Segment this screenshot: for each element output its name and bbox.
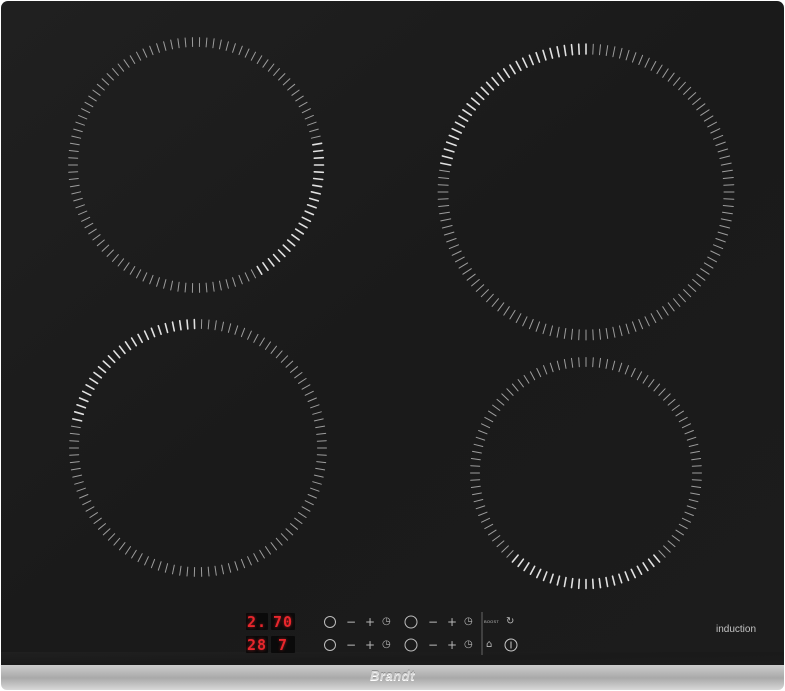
boost-label[interactable]: BOOST: [484, 619, 499, 624]
ring-mark: [577, 578, 581, 590]
clock-icon[interactable]: ◷: [464, 617, 473, 627]
plus-button-bottom-left[interactable]: +: [365, 639, 375, 651]
clock-icon[interactable]: ◷: [464, 640, 473, 650]
ring-mark: [316, 440, 327, 442]
ring-mark: [577, 43, 581, 56]
ring-mark: [313, 156, 325, 159]
ring-mark: [470, 465, 481, 467]
display-top-left: 2.: [246, 612, 268, 631]
ring-mark: [316, 454, 327, 456]
ring-mark: [437, 184, 449, 186]
display-bottom-left: 28: [246, 635, 268, 654]
cooktop: [1, 1, 784, 690]
minus-button-bottom-left[interactable]: −: [346, 639, 356, 651]
lock-icon[interactable]: ⌂: [486, 640, 492, 650]
plus-button-top-right[interactable]: +: [447, 616, 457, 628]
minus-button-top-left[interactable]: −: [346, 616, 356, 628]
ring-mark: [591, 578, 595, 590]
ring-mark: [470, 479, 481, 481]
ring-mark: [186, 319, 189, 330]
ring-mark: [592, 357, 594, 368]
glass-surface: [1, 1, 784, 665]
ring-mark: [723, 198, 735, 200]
ring-mark: [68, 171, 79, 173]
ring-mark: [592, 43, 594, 55]
plus-button-bottom-right[interactable]: +: [447, 639, 457, 651]
display-top-right: 70: [271, 612, 295, 631]
ring-mark: [437, 198, 449, 200]
ring-mark: [691, 465, 702, 467]
sync-icon[interactable]: ↻: [506, 617, 514, 627]
ring-mark: [69, 454, 80, 456]
ring-mark: [592, 329, 594, 341]
ring-mark: [723, 184, 735, 186]
clock-icon[interactable]: ◷: [382, 617, 391, 627]
ring-mark: [313, 171, 325, 174]
ring-mark: [691, 479, 702, 481]
brand-logo: Brandt: [370, 668, 415, 683]
display-bottom-right: 7: [271, 636, 295, 654]
ring-mark: [578, 329, 580, 341]
plus-button-top-left[interactable]: +: [365, 616, 375, 628]
ring-mark: [578, 357, 580, 368]
minus-button-top-right[interactable]: −: [428, 616, 438, 628]
ring-mark: [570, 43, 574, 56]
ring-mark: [312, 149, 324, 153]
ring-mark: [69, 440, 80, 442]
ring-mark: [68, 157, 79, 159]
ring-mark: [312, 177, 324, 181]
clock-icon[interactable]: ◷: [382, 640, 391, 650]
minus-button-bottom-right[interactable]: −: [428, 639, 438, 651]
induction-label: induction: [716, 624, 757, 635]
